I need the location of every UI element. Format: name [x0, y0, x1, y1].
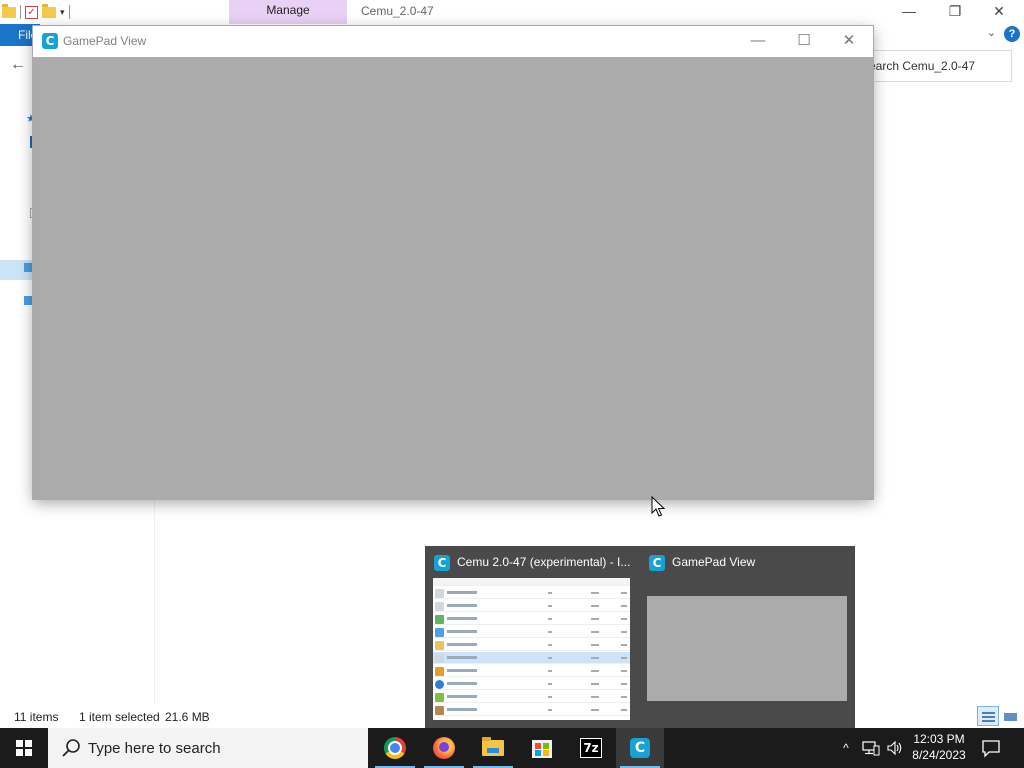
thumbnail-gamepad-view[interactable]: C GamePad View	[640, 546, 855, 728]
desktop: ✓ ▾ Manage Cemu_2.0-47 — ❐ ✕ File ⌄ ? ← …	[0, 0, 1024, 768]
maximize-button[interactable]: ☐	[781, 26, 827, 57]
thumbnail-title: GamePad View	[672, 555, 756, 569]
expand-ribbon-icon[interactable]: ⌄	[987, 26, 996, 39]
help-icon[interactable]: ?	[1004, 26, 1020, 42]
mouse-cursor-icon	[651, 496, 665, 517]
thumbnail-cemu-main[interactable]: C Cemu 2.0-47 (experimental) - I...	[425, 546, 640, 728]
taskbar-search-box[interactable]: Type here to search	[48, 728, 368, 768]
list-item	[433, 691, 630, 703]
thumbnail-title: Cemu 2.0-47 (experimental) - I...	[457, 555, 631, 569]
taskbar-clock[interactable]: 12:03 PM 8/24/2023	[906, 731, 972, 765]
list-item	[433, 678, 630, 690]
thumbnail-preview	[647, 596, 847, 701]
list-item	[433, 600, 630, 612]
restore-button[interactable]: ❐	[932, 0, 978, 24]
search-icon	[62, 739, 80, 757]
minimize-button[interactable]: —	[886, 0, 932, 24]
explorer-titlebar: ✓ ▾ Manage Cemu_2.0-47 — ❐ ✕	[0, 0, 1024, 24]
taskbar: Type here to search 7z C ^ 12:03 PM 8/24…	[0, 728, 1024, 768]
clock-date: 8/24/2023	[912, 748, 966, 762]
properties-icon[interactable]: ✓	[25, 5, 38, 19]
start-button[interactable]	[0, 728, 48, 768]
details-view-button[interactable]	[977, 706, 999, 726]
list-item-selected	[433, 652, 630, 664]
taskbar-cemu[interactable]: C	[616, 728, 664, 768]
list-item	[433, 587, 630, 599]
taskbar-firefox[interactable]	[420, 728, 468, 768]
cemu-icon: C	[42, 33, 58, 49]
minimize-button[interactable]: —	[735, 26, 781, 57]
taskbar-thumbnail-flyout: C Cemu 2.0-47 (experimental) - I... C Ga…	[425, 546, 855, 728]
new-folder-icon[interactable]	[42, 3, 56, 18]
selection-size: 21.6 MB	[165, 710, 210, 724]
item-count: 11 items	[14, 710, 59, 724]
gamepad-view-window: C GamePad View — ☐ ✕	[33, 26, 873, 499]
microsoft-store-icon	[532, 740, 552, 758]
large-icons-view-button[interactable]	[999, 706, 1021, 726]
close-button[interactable]: ✕	[826, 26, 872, 57]
folder-icon[interactable]	[2, 3, 16, 18]
window-title: GamePad View	[63, 34, 147, 48]
taskbar-file-explorer[interactable]	[469, 728, 517, 768]
back-arrow-icon[interactable]: ←	[10, 56, 26, 74]
customize-toolbar-icon[interactable]: ▾	[60, 7, 65, 18]
cemu-icon: C	[630, 738, 650, 758]
clock-time: 12:03 PM	[913, 732, 965, 746]
list-item	[433, 613, 630, 625]
divider	[20, 5, 21, 19]
windows-logo-icon	[16, 740, 32, 756]
close-button[interactable]: ✕	[976, 0, 1022, 24]
7zip-icon: 7z	[580, 738, 602, 758]
taskbar-chrome[interactable]	[371, 728, 419, 768]
volume-icon[interactable]	[886, 740, 904, 756]
network-icon[interactable]	[862, 740, 880, 756]
taskbar-microsoft-store[interactable]	[518, 728, 566, 768]
tab-manage[interactable]: Manage	[229, 0, 347, 24]
list-header	[433, 578, 630, 586]
cemu-icon: C	[434, 555, 450, 571]
gamepad-render-area[interactable]	[33, 57, 873, 499]
window-title: Cemu_2.0-47	[361, 4, 434, 18]
gamepad-titlebar[interactable]: C GamePad View — ☐ ✕	[33, 26, 873, 57]
list-item	[433, 665, 630, 677]
thumbnail-preview	[433, 578, 630, 720]
selection-status: 1 item selected	[79, 710, 160, 724]
show-hidden-icons-chevron-icon[interactable]: ^	[838, 738, 854, 758]
divider	[68, 5, 70, 19]
search-placeholder: Type here to search	[88, 740, 221, 757]
cemu-icon: C	[649, 555, 665, 571]
list-item	[433, 626, 630, 638]
list-item	[433, 704, 630, 716]
firefox-icon	[433, 737, 455, 759]
search-input[interactable]: Search Cemu_2.0-47	[856, 50, 1012, 82]
quick-access-toolbar: ✓ ▾	[0, 2, 70, 22]
file-explorer-icon	[482, 737, 504, 756]
chrome-icon	[384, 737, 406, 759]
notification-center-icon[interactable]	[980, 738, 1002, 758]
list-item	[433, 639, 630, 651]
taskbar-7zip[interactable]: 7z	[567, 728, 615, 768]
